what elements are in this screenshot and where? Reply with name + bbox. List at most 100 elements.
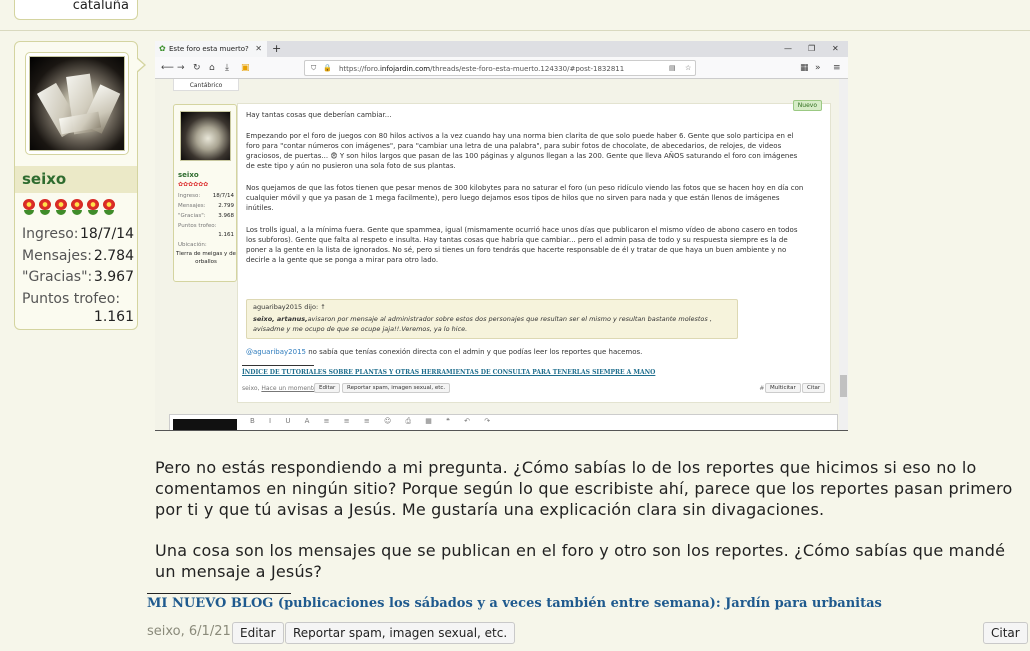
mini-stat: Puntos trofeo: [178,223,217,229]
mini-previous-location: Cantábrico [189,82,223,89]
mini-editor-avatar [173,419,237,430]
mini-editor-toolbar: B I U A ≡ ≡ ≡ ☺ ⎙ ▦ ❝ ↶ ↷ [169,414,838,430]
reputation-flowers [22,199,116,215]
stat-thanks: "Gracias": 3.967 [22,269,134,285]
previous-user-card: cataluña [14,0,138,20]
stat-label: Mensajes: [22,248,92,264]
browser-tabbar: ✿ Este foro esta muerto? ✕ + — ❐ ✕ [155,41,848,57]
stat-value: 18/7/14 [80,226,134,242]
flower-icon [38,199,52,215]
avatar-frame[interactable] [25,52,129,155]
bookmark-icon[interactable]: ☆ [685,64,691,72]
report-button[interactable]: Reportar spam, imagen sexual, etc. [285,622,516,644]
stat-trophy: Puntos trofeo: [22,291,134,307]
flower-icon [54,199,68,215]
embedded-screenshot[interactable]: ✿ Este foro esta muerto? ✕ + — ❐ ✕ ⟵ → ↻… [155,41,848,431]
mention-link[interactable]: @aguaribay2015 [246,348,306,356]
mini-signature-link[interactable]: ÍNDICE DE TUTORIALES SOBRE PLANTAS Y OTR… [242,369,655,376]
mini-stat: Ingreso: 18/7/14 [178,193,234,199]
flower-icon [22,199,36,215]
signature-divider [147,593,291,594]
stat-label: Puntos trofeo: [22,291,121,307]
flower-icon [70,199,84,215]
mini-username[interactable]: seixo [178,171,199,179]
tab-title: Este foro esta muerto? [169,45,249,53]
url-bar[interactable]: ⛉ 🔒 https://foro.infojardin.com/threads/… [304,60,696,76]
reload-icon[interactable]: ↻ [193,63,201,73]
forward-icon[interactable]: → [177,63,185,73]
previous-user-location: cataluña [72,0,129,13]
flower-icon [102,199,116,215]
editor-icons: B I U A ≡ ≡ ≡ ☺ ⎙ ▦ ❝ ↶ ↷ [250,417,497,425]
stat-value: 2.784 [93,248,134,264]
post-paragraph: Pero no estás respondiendo a mi pregunta… [155,458,1013,519]
forum-page: Cantábrico seixo ✿✿✿✿✿✿ Ingreso: 18/7/14 … [155,79,848,430]
mini-quote: aguaribay2015 dijo: ↑ seixo, artanus,avi… [246,299,738,339]
mini-post-body: Nuevo Hay tantas cosas que deberían camb… [237,100,831,403]
plus-icon[interactable]: + [272,43,281,54]
flower-icon [86,199,100,215]
overflow-icon[interactable]: » [815,63,821,73]
stat-joined: Ingreso: 18/7/14 [22,226,134,242]
avatar[interactable] [29,56,125,151]
mini-stat: "Gracias": 3.968 [178,213,234,219]
scrollbar-thumb[interactable] [840,375,847,397]
mini-signature-divider [242,365,314,366]
user-card: seixo Ingreso: 18/7/14 Mensajes: 2.784 "… [14,41,138,330]
mini-paragraph: Empezando por el foro de juegos con 80 h… [246,132,798,170]
mini-edit-button[interactable]: Editar [314,383,341,393]
mini-multiquote-button[interactable]: Multicitar [765,383,801,393]
close-window-icon[interactable]: ✕ [832,44,839,53]
home-icon[interactable]: ⌂ [209,63,215,73]
mini-paragraph: Los trolls igual, a la mínima fuera. Gen… [246,226,798,264]
stat-label: Ingreso: [22,226,79,242]
mini-stat: Mensajes: 2.799 [178,203,234,209]
mini-report-button[interactable]: Reportar spam, imagen sexual, etc. [342,383,451,393]
signature-link[interactable]: MI NUEVO BLOG (publicaciones los sábados… [147,596,882,611]
restore-icon[interactable]: ❐ [808,44,815,53]
mini-paragraph: Hay tantas cosas que deberían cambiar... [246,111,392,119]
mini-flowers: ✿✿✿✿✿✿ [178,181,209,188]
edit-button[interactable]: Editar [232,622,284,644]
stat-value[interactable]: 1.161 [94,309,134,325]
lock-icon: 🔒 [323,64,332,72]
post-separator [0,30,1030,31]
post-meta[interactable]: seixo, 6/1/21 [147,624,231,639]
back-icon[interactable]: ⟵ [161,63,174,73]
card-pointer [136,57,146,73]
quote-button[interactable]: Citar [983,622,1028,644]
stat-value: 3.967 [93,269,134,285]
browser-navbar: ⟵ → ↻ ⌂ ⤓ ▣ ⛉ 🔒 https://foro.infojardin.… [155,57,848,79]
scrollbar[interactable] [839,79,848,430]
quote-text: seixo, artanus,avisaron por mensaje al a… [253,315,712,333]
url-path: /threads/este-foro-esta-muerto.124330/#p… [430,65,625,73]
url-domain: infojardin.com [379,65,431,73]
mini-location-label: Ubicación: [178,242,207,248]
mini-previous-card: Cantábrico [173,79,239,91]
minimize-icon[interactable]: — [784,44,792,53]
url-prefix: https://foro. [339,65,380,73]
post-paragraph: Una cosa son los mensajes que se publica… [155,541,1006,581]
mini-user-card: seixo ✿✿✿✿✿✿ Ingreso: 18/7/14 Mensajes: 2.… [173,104,237,282]
leaf-icon: ✿ [159,44,166,53]
shield-icon: ⛉ [311,64,317,72]
mini-post-meta: seixo, Hace un momento [242,385,317,392]
menu-icon[interactable]: ≡ [833,63,841,73]
username[interactable]: seixo [22,170,66,188]
browser-tab[interactable]: ✿ Este foro esta muerto? ✕ [155,41,267,57]
quote-header[interactable]: aguaribay2015 dijo: ↑ [253,303,326,311]
mini-paragraph: Nos quejamos de que las fotos tienen que… [246,184,804,212]
stat-messages: Mensajes: 2.784 [22,248,134,264]
close-icon[interactable]: ✕ [255,44,262,53]
mini-stat: 1.161 [218,232,234,238]
account-icon[interactable]: ▦ [800,63,809,73]
stat-label: "Gracias": [22,269,93,285]
mini-location: Tierra de meigas y de orballos [176,251,236,265]
mini-avatar[interactable] [180,111,231,161]
reader-icon[interactable]: ▤ [669,64,676,72]
stat-trophy-value: 1.161 [22,309,134,325]
mini-quote-button[interactable]: Citar [802,383,826,393]
mini-reply: @aguaribay2015 no sabía que tenías conex… [246,348,643,356]
download-icon[interactable]: ⤓ [225,63,229,73]
extension-icon[interactable]: ▣ [241,63,250,73]
